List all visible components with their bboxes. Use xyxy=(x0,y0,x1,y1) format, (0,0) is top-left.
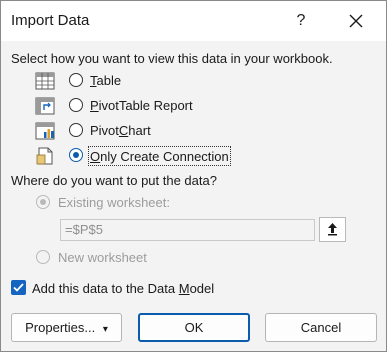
dropdown-arrow-icon: ▾ xyxy=(102,324,108,335)
close-icon[interactable] xyxy=(344,9,368,33)
pivotchart-icon xyxy=(35,122,55,140)
upload-arrow-icon xyxy=(328,223,337,236)
location-input[interactable]: =$P$5 xyxy=(60,219,315,241)
table-icon xyxy=(35,72,55,90)
only-create-connection-radio[interactable] xyxy=(69,148,83,162)
table-label[interactable]: Table xyxy=(90,73,121,88)
import-data-dialog: Import Data ? Select how you want to vie… xyxy=(0,0,387,352)
pivottable-icon xyxy=(35,97,55,115)
only-create-connection-label[interactable]: Only Create Connection xyxy=(90,149,229,164)
new-worksheet-label: New worksheet xyxy=(58,250,147,265)
pivotchart-label[interactable]: PivotChart xyxy=(90,123,151,138)
data-model-label[interactable]: Add this data to the Data Model xyxy=(32,281,214,296)
ok-button[interactable]: OK xyxy=(138,313,250,342)
new-worksheet-radio[interactable] xyxy=(36,250,50,264)
connection-icon xyxy=(36,147,53,165)
pivottable-radio[interactable] xyxy=(69,98,83,112)
pivottable-label[interactable]: PivotTable Report xyxy=(90,98,193,113)
title-bar: Import Data ? xyxy=(1,1,386,41)
data-model-checkbox[interactable] xyxy=(11,280,26,295)
dialog-title: Import Data xyxy=(11,12,90,29)
existing-worksheet-label: Existing worksheet: xyxy=(58,195,170,210)
checkmark-icon xyxy=(13,283,24,292)
help-button[interactable]: ? xyxy=(289,9,313,33)
cancel-button[interactable]: Cancel xyxy=(265,313,377,342)
view-prompt: Select how you want to view this data in… xyxy=(11,51,333,66)
existing-worksheet-radio[interactable] xyxy=(36,195,50,209)
location-prompt: Where do you want to put the data? xyxy=(11,173,217,188)
collapse-dialog-button[interactable] xyxy=(319,217,346,242)
pivotchart-radio[interactable] xyxy=(69,123,83,137)
table-radio[interactable] xyxy=(69,73,83,87)
properties-label: Properties... xyxy=(25,320,96,335)
properties-button[interactable]: Properties... ▾ xyxy=(11,313,122,342)
